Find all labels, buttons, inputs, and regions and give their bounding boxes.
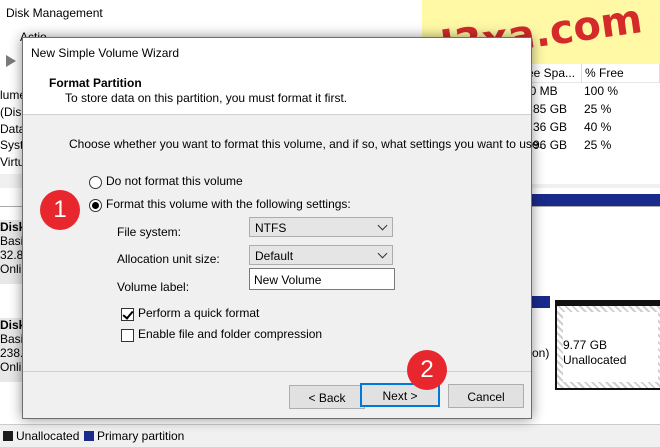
page-title: Format Partition <box>49 76 142 90</box>
format-prompt: Choose whether you want to format this v… <box>69 137 542 151</box>
allocation-unit-size-label: Allocation unit size: <box>117 252 220 266</box>
volume-label-value: New Volume <box>254 273 322 287</box>
volume-label-input[interactable]: New Volume <box>249 268 395 290</box>
primary-partition-bar <box>530 296 550 308</box>
chevron-down-icon <box>377 248 388 259</box>
allocation-unit-size-select[interactable]: Default <box>249 245 393 265</box>
footer-divider <box>23 371 531 372</box>
legend-primary-partition: Primary partition <box>97 429 185 443</box>
unallocated-block[interactable]: 9.77 GB Unallocated <box>555 300 660 390</box>
back-button[interactable]: < Back <box>289 385 365 409</box>
page-subtitle: To store data on this partition, you mus… <box>65 91 348 105</box>
table-cell: 25 % <box>584 138 612 152</box>
volume-label-label: Volume label: <box>117 280 190 294</box>
table-cell: 25 % <box>584 102 612 116</box>
volume-list-left-column: lume (Disk Data Syste Virtu <box>0 74 22 174</box>
wizard-title: New Simple Volume Wizard <box>31 46 180 60</box>
list-item[interactable]: Virtu <box>0 155 22 169</box>
list-item[interactable]: Syste <box>0 138 22 152</box>
allocation-unit-size-value: Default <box>255 249 294 263</box>
compression-label[interactable]: Enable file and folder compression <box>138 327 322 341</box>
list-item[interactable]: (Disk <box>0 105 22 119</box>
legend-swatch-unallocated <box>3 431 13 441</box>
legend-unallocated: Unallocated <box>16 429 80 443</box>
back-arrow-icon[interactable] <box>6 55 16 67</box>
compression-checkbox[interactable] <box>121 329 134 342</box>
unallocated-size: 9.77 GB <box>563 338 608 352</box>
radio-format-volume-label[interactable]: Format this volume with the following se… <box>106 197 351 211</box>
file-system-value: NTFS <box>255 221 287 235</box>
legend-bar: Unallocated Primary partition <box>0 424 660 447</box>
legend-swatch-primary <box>84 431 94 441</box>
primary-partition-bar <box>530 194 660 206</box>
quick-format-label[interactable]: Perform a quick format <box>138 306 259 320</box>
chevron-down-icon <box>377 220 388 231</box>
new-simple-volume-wizard: New Simple Volume Wizard Format Partitio… <box>22 37 542 419</box>
table-cell: 100 % <box>584 84 619 98</box>
cancel-button[interactable]: Cancel <box>448 384 524 408</box>
step-1-callout: 1 <box>40 190 80 230</box>
list-item[interactable]: lume <box>0 88 22 102</box>
file-system-label: File system: <box>117 225 182 239</box>
disk-management-title: Disk Management <box>6 6 103 20</box>
file-system-select[interactable]: NTFS <box>249 217 393 237</box>
column-header-percent-free[interactable]: % Free <box>582 64 660 83</box>
radio-format-volume[interactable] <box>89 199 102 212</box>
wizard-header: Format Partition To store data on this p… <box>23 68 531 115</box>
wizard-titlebar[interactable]: New Simple Volume Wizard <box>23 38 531 68</box>
wizard-body: Choose whether you want to format this v… <box>23 115 542 370</box>
volume-list-right-columns: ree Spa... % Free 00 MB 100 % 7.85 GB 25… <box>520 64 660 184</box>
clipped-partition-text: on) <box>532 346 550 360</box>
step-2-callout: 2 <box>407 350 447 390</box>
radio-do-not-format[interactable] <box>89 176 102 189</box>
unallocated-label: Unallocated <box>563 353 627 367</box>
quick-format-checkbox[interactable] <box>121 308 134 321</box>
list-item[interactable]: Data <box>0 122 22 136</box>
table-cell: 40 % <box>584 120 612 134</box>
radio-do-not-format-label[interactable]: Do not format this volume <box>106 174 243 188</box>
